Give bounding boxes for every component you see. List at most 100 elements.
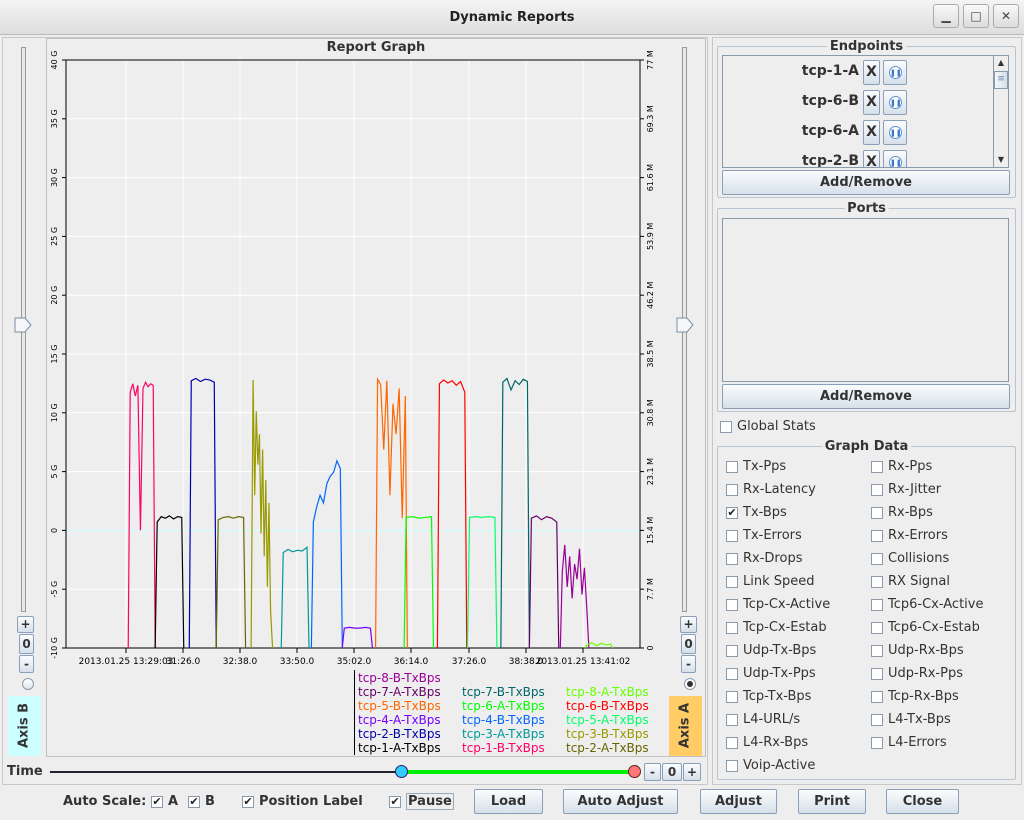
axis-a-slider-thumb[interactable] — [676, 317, 694, 333]
graph-data-check[interactable] — [871, 460, 883, 473]
graph-data-check[interactable] — [726, 575, 738, 588]
position-label-check[interactable]: ✔ — [242, 795, 254, 808]
load-button[interactable]: Load — [474, 789, 543, 814]
legend-item[interactable]: tcp-2-A-TxBps — [566, 741, 649, 755]
graph-data-checkbox[interactable]: Udp-Rx-Bps — [871, 643, 964, 658]
graph-data-check[interactable] — [871, 552, 883, 565]
scroll-down-icon[interactable]: ▼ — [994, 153, 1008, 167]
ports-add-remove-button[interactable]: Add/Remove — [722, 384, 1010, 409]
graph-data-checkbox[interactable]: Tcp-Cx-Estab — [726, 620, 827, 635]
legend-item[interactable]: tcp-4-A-TxBps — [358, 713, 441, 727]
graph-data-checkbox[interactable]: ✔ Tx-Bps — [726, 505, 787, 520]
pause-check[interactable]: ✔ — [389, 795, 401, 808]
graph-data-check[interactable] — [871, 483, 883, 496]
axis-b-box[interactable]: Axis B — [8, 696, 41, 756]
endpoints-add-remove-button[interactable]: Add/Remove — [722, 170, 1010, 195]
graph-data-checkbox[interactable]: Tcp6-Cx-Active — [871, 597, 983, 612]
axis-a-zoom-out-button[interactable]: - — [681, 655, 696, 673]
graph-data-check[interactable] — [726, 598, 738, 611]
legend-item[interactable]: tcp-5-A-TxBps — [566, 713, 649, 727]
graph-data-check[interactable] — [871, 736, 883, 749]
axis-a-box[interactable]: Axis A — [669, 696, 702, 756]
legend-item[interactable]: tcp-2-B-TxBps — [358, 727, 441, 741]
global-stats-check[interactable] — [720, 420, 732, 433]
legend-item[interactable]: tcp-7-B-TxBps — [462, 685, 545, 699]
scroll-thumb[interactable]: ≡ — [994, 71, 1008, 89]
legend-item[interactable]: tcp-7-A-TxBps — [358, 685, 441, 699]
time-slider-end-handle[interactable] — [628, 765, 641, 778]
graph-data-check[interactable] — [726, 621, 738, 634]
time-zoom-out-button[interactable]: - — [644, 763, 661, 781]
graph-data-checkbox[interactable]: L4-Errors — [871, 735, 947, 750]
legend-item[interactable]: tcp-6-A-TxBps — [462, 699, 545, 713]
auto-scale-a-checkbox[interactable]: ✔ A — [151, 794, 178, 809]
graph-data-check[interactable] — [871, 690, 883, 703]
graph-data-check[interactable] — [871, 667, 883, 680]
scroll-up-icon[interactable]: ▲ — [994, 56, 1008, 70]
graph-data-check[interactable] — [726, 460, 738, 473]
legend-item[interactable]: tcp-8-A-TxBps — [566, 685, 649, 699]
graph-data-checkbox[interactable]: Rx-Drops — [726, 551, 802, 566]
graph-data-checkbox[interactable]: Udp-Rx-Pps — [871, 666, 963, 681]
close-icon[interactable]: ✕ — [993, 4, 1019, 28]
report-chart[interactable]: -10 G -5 G 0 5 G 10 G 15 G 20 G 25 G 30 G 35 G 40 … — [0, 0, 710, 700]
graph-data-checkbox[interactable]: Rx-Jitter — [871, 482, 941, 497]
endpoint-pause-button[interactable]: ❚❚ — [883, 120, 907, 145]
endpoint-pause-button[interactable]: ❚❚ — [883, 150, 907, 167]
graph-data-check[interactable] — [726, 759, 738, 772]
time-slider-start-handle[interactable] — [395, 765, 408, 778]
graph-data-checkbox[interactable]: Tcp-Rx-Bps — [871, 689, 959, 704]
print-button[interactable]: Print — [798, 789, 866, 814]
graph-data-check[interactable]: ✔ — [726, 506, 738, 519]
endpoint-remove-button[interactable]: X — [863, 90, 880, 115]
graph-data-checkbox[interactable]: Tx-Pps — [726, 459, 786, 474]
adjust-button[interactable]: Adjust — [700, 789, 777, 814]
graph-data-checkbox[interactable]: Tcp-Tx-Bps — [726, 689, 811, 704]
pause-checkbox[interactable]: ✔ Pause — [389, 793, 454, 810]
graph-data-checkbox[interactable]: Rx-Errors — [871, 528, 948, 543]
graph-data-checkbox[interactable]: L4-Tx-Bps — [871, 712, 951, 727]
graph-data-check[interactable] — [726, 552, 738, 565]
graph-data-checkbox[interactable]: Link Speed — [726, 574, 815, 589]
endpoint-remove-button[interactable]: X — [863, 150, 880, 167]
legend-item[interactable]: tcp-3-A-TxBps — [462, 727, 545, 741]
graph-data-checkbox[interactable]: Tcp-Cx-Active — [726, 597, 830, 612]
ports-list[interactable] — [722, 218, 1009, 382]
graph-data-check[interactable] — [726, 667, 738, 680]
graph-data-checkbox[interactable]: Tcp6-Cx-Estab — [871, 620, 980, 635]
axis-a-radio[interactable] — [684, 678, 696, 690]
auto-adjust-button[interactable]: Auto Adjust — [563, 789, 678, 814]
graph-data-checkbox[interactable]: Tx-Errors — [726, 528, 802, 543]
time-slider-track[interactable] — [50, 771, 402, 773]
graph-data-check[interactable] — [726, 483, 738, 496]
graph-data-checkbox[interactable]: L4-URL/s — [726, 712, 800, 727]
auto-scale-b-checkbox[interactable]: ✔ B — [188, 794, 215, 809]
legend-item[interactable]: tcp-5-B-TxBps — [358, 699, 441, 713]
graph-data-check[interactable] — [871, 621, 883, 634]
graph-data-checkbox[interactable]: Rx-Bps — [871, 505, 933, 520]
graph-data-check[interactable] — [726, 529, 738, 542]
time-slider-range[interactable] — [402, 770, 634, 774]
graph-data-check[interactable] — [871, 575, 883, 588]
graph-data-check[interactable] — [871, 529, 883, 542]
position-label-checkbox[interactable]: ✔ Position Label — [242, 794, 363, 809]
endpoint-pause-button[interactable]: ❚❚ — [883, 60, 907, 85]
graph-data-check[interactable] — [726, 713, 738, 726]
graph-data-check[interactable] — [871, 598, 883, 611]
legend-item[interactable]: tcp-8-B-TxBps — [358, 671, 441, 685]
endpoint-remove-button[interactable]: X — [863, 120, 880, 145]
legend-item[interactable]: tcp-4-B-TxBps — [462, 713, 545, 727]
endpoint-pause-button[interactable]: ❚❚ — [883, 90, 907, 115]
graph-data-check[interactable] — [726, 690, 738, 703]
graph-data-checkbox[interactable]: Voip-Active — [726, 758, 815, 773]
legend-item[interactable]: tcp-1-A-TxBps — [358, 741, 441, 755]
auto-scale-b-check[interactable]: ✔ — [188, 795, 200, 808]
graph-data-check[interactable] — [871, 713, 883, 726]
graph-data-check[interactable] — [871, 644, 883, 657]
legend-item[interactable]: tcp-3-B-TxBps — [566, 727, 649, 741]
graph-data-checkbox[interactable]: L4-Rx-Bps — [726, 735, 808, 750]
graph-data-checkbox[interactable]: Rx-Pps — [871, 459, 932, 474]
endpoints-scrollbar[interactable]: ▲ ≡ ▼ — [993, 56, 1008, 167]
graph-data-check[interactable] — [726, 736, 738, 749]
time-zoom-in-button[interactable]: + — [683, 763, 701, 781]
